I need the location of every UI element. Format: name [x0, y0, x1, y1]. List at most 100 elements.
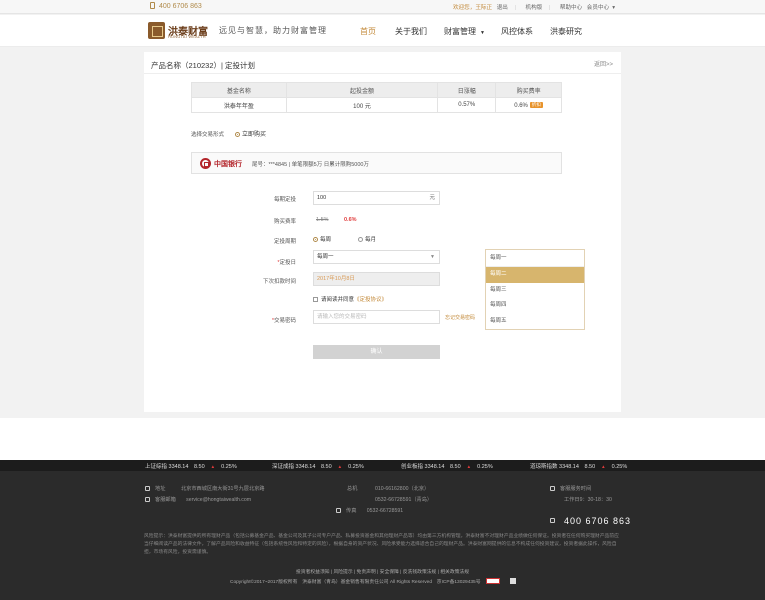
password-input[interactable]: 请输入您的交易密码: [313, 310, 440, 324]
printer-icon: [336, 508, 341, 513]
market-ticker: 上证综指 3348.14 8.50 ▲ 0.25% 深证成指 3348.14 8.5…: [0, 460, 765, 471]
discount-badge: 折扣: [529, 101, 543, 108]
agreement-checkbox[interactable]: 请阅读并同意《定投协议》: [313, 295, 387, 303]
min-amount: 100 元: [285, 97, 439, 113]
next-debit-field: 2017年10月8日: [313, 272, 440, 286]
chevron-down-icon: ▼: [430, 254, 435, 260]
boc-logo-icon: [200, 158, 211, 169]
rate-original: 1.5%: [316, 217, 329, 223]
unit-label: 元: [429, 195, 435, 201]
dropdown-option-selected[interactable]: 每周二: [486, 267, 584, 283]
headset-icon: [550, 486, 555, 491]
location-icon: [145, 486, 150, 491]
bank-name: 中国银行: [214, 159, 242, 168]
table-row: 洪泰年年盈 100 元 0.57% 0.6% 折扣: [191, 97, 562, 113]
fee-rate: 0.6% 折扣: [495, 97, 562, 113]
nav-wealth[interactable]: 财富管理 ▼: [444, 26, 485, 37]
bank-card[interactable]: 中国银行 尾号：***4845 | 单笔限额5万 日累计限购5000万: [191, 152, 562, 174]
security-badge-icon[interactable]: [509, 578, 516, 584]
daily-change: 0.57%: [437, 97, 497, 113]
divider: [144, 73, 621, 74]
up-arrow-icon: ▲: [337, 464, 343, 469]
footer-links[interactable]: 投资者权益须知 | 风险提示 | 免责声明 | 安全保障 | 反洗钱政策法规 |…: [0, 568, 765, 575]
col-fee-rate: 购买费率: [495, 82, 562, 98]
org-link[interactable]: 机构版: [525, 5, 542, 11]
logo-icon[interactable]: [148, 22, 165, 39]
phone-icon: [150, 2, 155, 9]
radio-selected-icon: [235, 132, 240, 137]
next-debit-label: 下次扣款时间: [262, 279, 296, 285]
radio-empty-icon: [358, 237, 363, 242]
product-table: 基金名称 起投金额 日涨幅 购买费率 洪泰年年盈 100 元 0.57% 0.6…: [191, 82, 562, 113]
day-dropdown: 每周一 每周二 每周三 每周四 每周五: [485, 249, 585, 330]
member-link[interactable]: 会员中心: [587, 5, 609, 11]
day-label: *定投日: [277, 260, 296, 266]
footer-phone-2: 0532-66728591（青岛）: [375, 497, 433, 503]
ticker-item: 道琼斯指数 3348.14 8.50 ▲ 0.25%: [530, 464, 628, 470]
order-card: 产品名称（210232）| 定投计划 返回>> 基金名称 起投金额 日涨幅 购买…: [144, 52, 621, 412]
service-title: 客服服务时间: [550, 485, 591, 492]
help-link[interactable]: 帮助中心: [560, 5, 582, 11]
spacer: [0, 418, 765, 460]
hotline: 400 6706 863: [150, 2, 202, 10]
amount-label: 每期定投: [273, 197, 296, 203]
fund-name: 洪泰年年盈: [191, 97, 287, 113]
copyright: Copyright©2017~2017版权所有 洪泰财富（青岛）基金销售有限责任…: [230, 578, 516, 585]
footer-email: 客服邮箱 service@hongtaiwealth.com: [145, 496, 251, 503]
period-month-radio[interactable]: 每月: [358, 235, 376, 243]
rate-label: 购买费率: [273, 219, 296, 225]
page-title: 产品名称（210232）| 定投计划: [151, 61, 256, 70]
day-select[interactable]: 每周一 ▼: [313, 250, 440, 264]
up-arrow-icon: ▲: [210, 464, 216, 469]
footer-fax: 传真 0532-66728591: [336, 507, 403, 514]
phone-icon: [550, 518, 555, 523]
trade-type-label: 选择交易形式: [191, 132, 225, 138]
password-label: *交易密码: [271, 318, 296, 324]
caret-down-icon: ▼: [480, 30, 485, 36]
rate-discounted: 0.6%: [344, 217, 357, 223]
dropdown-option[interactable]: 每周四: [486, 298, 584, 314]
footer-address: 地址 北京市西城区南大街31号九层北京路: [145, 485, 265, 492]
amount-input[interactable]: 100 元: [313, 191, 440, 205]
dropdown-option[interactable]: 每周三: [486, 283, 584, 299]
col-daily-change: 日涨幅: [437, 82, 497, 98]
footer-hotline: 400 6706 863: [550, 516, 631, 526]
radio-selected-icon: [313, 237, 318, 242]
site-footer: 上证综指 3348.14 8.50 ▲ 0.25% 深证成指 3348.14 8.5…: [0, 460, 765, 600]
dropdown-option[interactable]: 每周五: [486, 314, 584, 330]
risk-notice: 风险提示：洪泰财富提供的所有理财产品（包括公募基金产品、基金公司及其子公司专户产…: [144, 534, 619, 555]
period-label: 定投周期: [273, 239, 296, 245]
checkbox-icon: [313, 297, 318, 302]
site-header: 洪泰财富 HONGTAI WEALTH 远见与智慧，助力财富管理 首页 关于我们…: [0, 15, 765, 47]
nav-about[interactable]: 关于我们: [395, 26, 427, 37]
forgot-password-link[interactable]: 忘记交易密码: [445, 314, 475, 321]
nav-home[interactable]: 首页: [360, 26, 376, 37]
footer-phone-1: 010-66162800（北京）: [375, 486, 430, 492]
col-fund-name: 基金名称: [191, 82, 287, 98]
col-min-amount: 起投金额: [285, 82, 439, 98]
back-link[interactable]: 返回>>: [594, 59, 613, 68]
bank-info: 尾号：***4845 | 单笔限额5万 日累计限购5000万: [252, 162, 369, 168]
dropdown-option[interactable]: 每周一: [486, 250, 584, 267]
trust-badge-icon[interactable]: [485, 578, 500, 584]
trade-type-buy-radio[interactable]: 立即购买: [235, 129, 266, 138]
logout-link[interactable]: 退出: [497, 5, 508, 11]
chevron-down-icon: ▾: [612, 5, 615, 11]
logo-subtext: HONGTAI WEALTH: [168, 35, 206, 39]
ticker-item: 上证综指 3348.14 8.50 ▲ 0.25%: [145, 464, 237, 470]
service-time: 工作日9：30-18：30: [564, 497, 612, 503]
confirm-button[interactable]: 确认: [313, 345, 440, 359]
user-links: 欢迎您，王际正 退出 | 机构版 | 帮助中心 会员中心 ▾: [452, 5, 615, 11]
mail-icon: [145, 497, 150, 502]
slogan: 远见与智慧，助力财富管理: [219, 26, 327, 35]
ticker-item: 创业板指 3348.14 8.50 ▲ 0.25%: [401, 464, 493, 470]
top-strip: 400 6706 863 欢迎您，王际正 退出 | 机构版 | 帮助中心 会员中…: [0, 0, 765, 14]
ticker-item: 深证成指 3348.14 8.50 ▲ 0.25%: [272, 464, 364, 470]
up-arrow-icon: ▲: [601, 464, 606, 469]
nav-risk[interactable]: 风控体系: [501, 26, 533, 37]
up-arrow-icon: ▲: [466, 464, 472, 469]
agreement-link[interactable]: 《定投协议》: [354, 297, 387, 303]
period-week-radio[interactable]: 每周: [313, 235, 331, 243]
welcome-text: 欢迎您，王际正: [452, 5, 493, 11]
nav-research[interactable]: 洪泰研究: [550, 26, 582, 37]
